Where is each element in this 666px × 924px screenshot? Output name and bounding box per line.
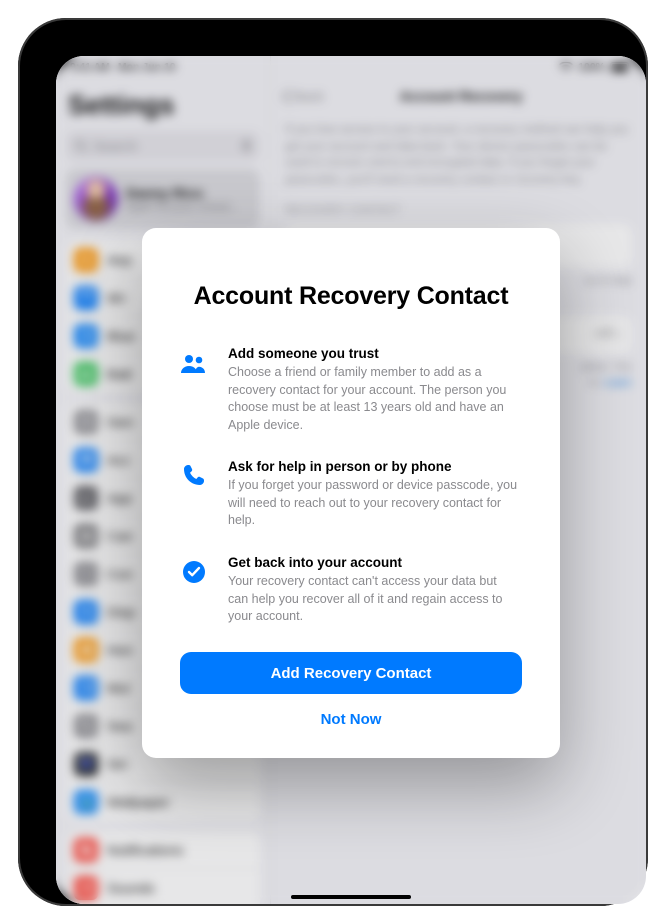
home-indicator[interactable] [291,895,411,899]
modal-info-item: Get back into your accountYour recovery … [178,554,518,626]
modal-item-heading: Get back into your account [228,554,518,572]
checkmark-circle-icon [178,556,210,588]
modal-info-item: Ask for help in person or by phoneIf you… [178,458,518,530]
modal-item-body: If you forget your password or device pa… [228,477,518,530]
modal-title: Account Recovery Contact [178,282,524,311]
modal-info-item: Add someone you trustChoose a friend or … [178,345,518,434]
people-icon [178,347,210,379]
phone-icon [178,460,210,492]
account-recovery-contact-modal: Account Recovery Contact Add someone you… [142,228,560,758]
add-recovery-contact-button[interactable]: Add Recovery Contact [180,652,522,694]
modal-item-heading: Ask for help in person or by phone [228,458,518,476]
modal-item-body: Your recovery contact can't access your … [228,573,518,626]
not-now-button[interactable]: Not Now [180,704,522,734]
screen: 9:41 AM Mon Jun 10 100% Settings [56,56,646,904]
ipad-frame: 9:41 AM Mon Jun 10 100% Settings [18,18,648,906]
modal-item-body: Choose a friend or family member to add … [228,364,518,434]
modal-body: Add someone you trustChoose a friend or … [178,345,524,626]
modal-item-heading: Add someone you trust [228,345,518,363]
